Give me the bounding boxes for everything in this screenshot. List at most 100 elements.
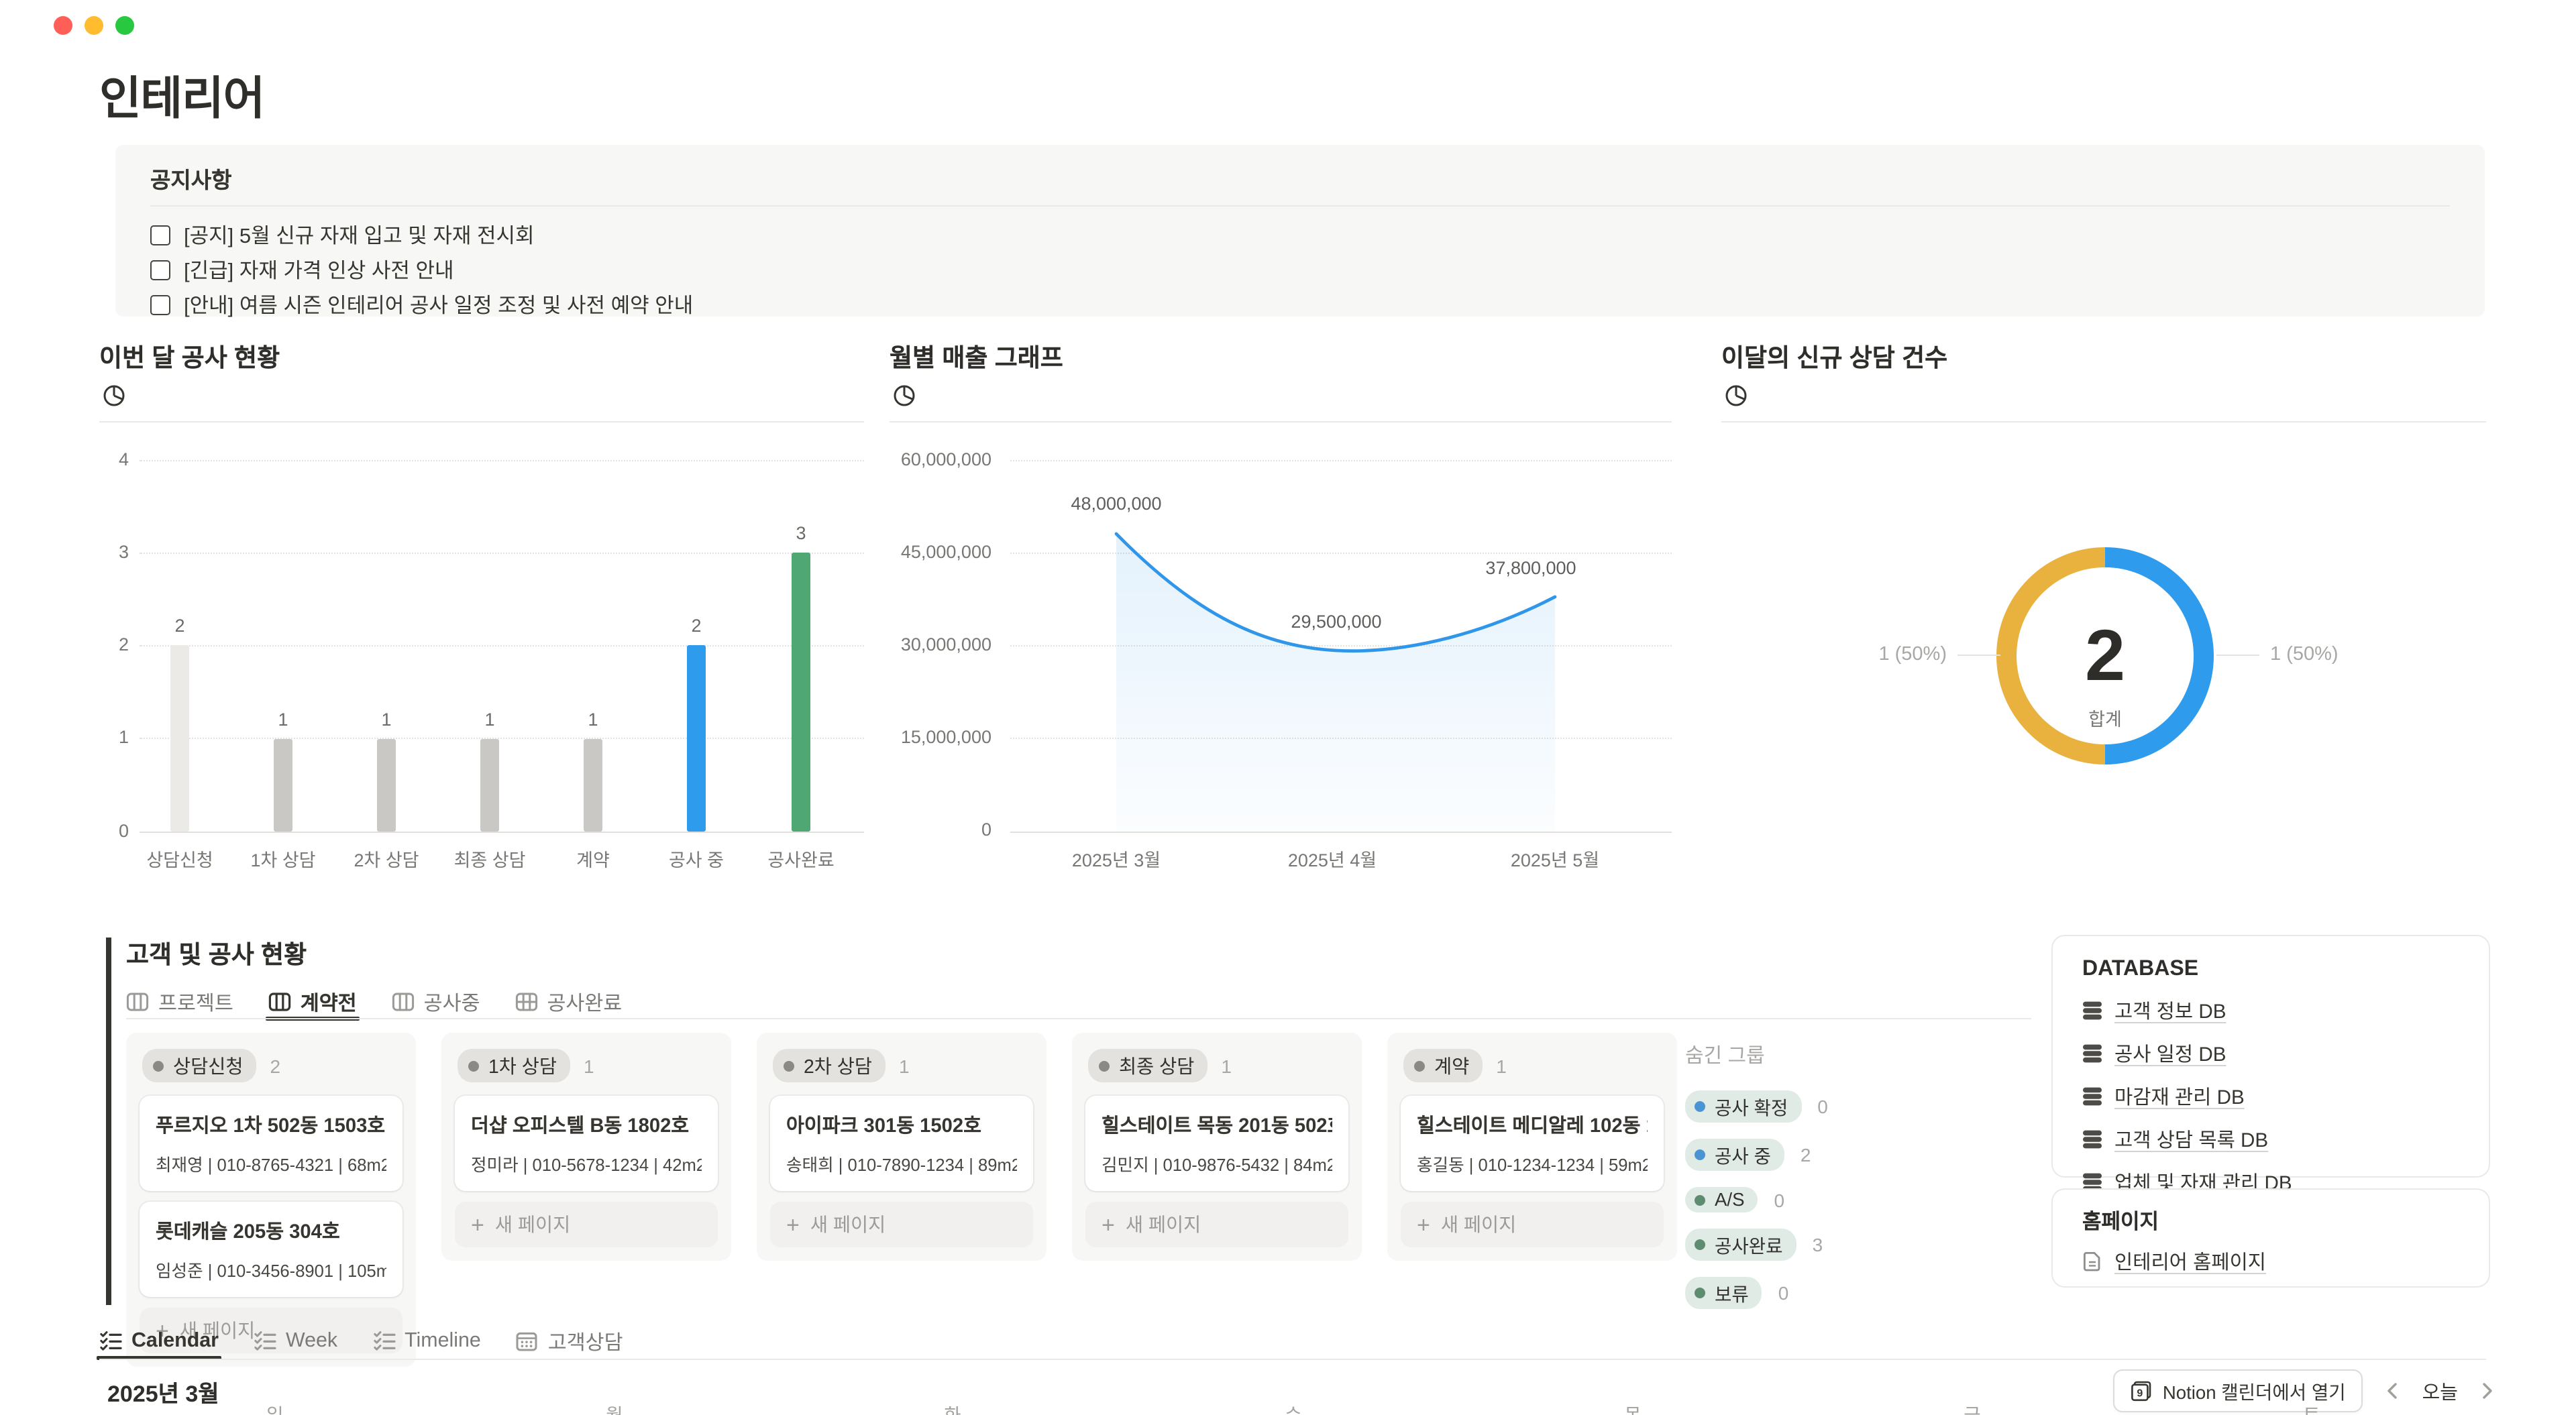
label-connector	[1957, 655, 2000, 656]
window-minimize-button[interactable]	[85, 16, 103, 35]
tab-timeline[interactable]: Timeline	[372, 1324, 481, 1357]
card-detail: 김민지 | 010-9876-5432 | 84m2	[1102, 1151, 1332, 1176]
x-axis-tick: 상담신청	[119, 845, 240, 872]
weekday-header: 월	[574, 1400, 655, 1415]
kanban-column-상담신청: 상담신청 2 푸르지오 1차 502동 1503호 최재영 | 010-8765…	[126, 1033, 416, 1367]
column-header[interactable]: 계약 1	[1403, 1049, 1664, 1082]
kanban-column-1차상담: 1차 상담 1 더샵 오피스텔 B동 1802호 정미라 | 010-5678-…	[441, 1033, 731, 1261]
weekday-header: 화	[912, 1400, 993, 1415]
calendar-view-icon	[516, 1330, 539, 1351]
tab-프로젝트[interactable]: 프로젝트	[126, 984, 233, 1018]
hidden-group-AS[interactable]: A/S 0	[1685, 1187, 1927, 1212]
column-count: 1	[1496, 1055, 1507, 1076]
tab-calendar[interactable]: Calendar	[99, 1324, 219, 1357]
board-view-icon	[392, 990, 415, 1012]
page-link: 인테리어 홈페이지	[2114, 1247, 2266, 1276]
bar-1차상담	[274, 739, 292, 832]
column-header[interactable]: 2차 상담 1	[773, 1049, 1033, 1082]
checklist-view-icon	[254, 1330, 276, 1351]
status-label: 최종 상담	[1119, 1052, 1194, 1079]
line-chart-title: 월별 매출 그래프	[890, 339, 1672, 374]
new-page-button[interactable]: + 새 페이지	[1085, 1202, 1348, 1247]
donut-total-value: 2	[1996, 620, 2214, 692]
todo-checkbox[interactable]	[150, 260, 170, 280]
notice-card: 공지사항 [공지] 5월 신규 자재 입고 및 자재 전시회 [긴급] 자재 가…	[115, 145, 2485, 317]
db-link: 고객 상담 목록 DB	[2114, 1125, 2268, 1153]
column-count: 1	[1221, 1055, 1232, 1076]
tab-고객상담[interactable]: 고객상담	[516, 1324, 623, 1357]
hidden-group-공사완료[interactable]: 공사완료 3	[1685, 1229, 1927, 1261]
window-close-button[interactable]	[54, 16, 72, 35]
donut-slice-label: 1 (50%)	[1810, 644, 1947, 665]
kanban-card[interactable]: 더샵 오피스텔 B동 1802호 정미라 | 010-5678-1234 | 4…	[455, 1096, 718, 1191]
divider	[1721, 421, 2486, 422]
tab-공사중[interactable]: 공사중	[392, 984, 480, 1018]
tab-계약전[interactable]: 계약전	[268, 984, 357, 1018]
tab-label: 계약전	[301, 986, 357, 1016]
db-link-row[interactable]: 마감재 관리 DB	[2082, 1082, 2459, 1111]
todo-checkbox[interactable]	[150, 294, 170, 315]
new-page-button[interactable]: + 새 페이지	[1401, 1202, 1664, 1247]
tab-label: Calendar	[131, 1329, 219, 1352]
column-header[interactable]: 1차 상담 1	[458, 1049, 718, 1082]
status-pill: 최종 상담	[1088, 1049, 1208, 1082]
chevron-left-icon[interactable]	[2385, 1381, 2401, 1400]
kanban-card[interactable]: 힐스테이트 목동 201동 502호 김민지 | 010-9876-5432 |…	[1085, 1096, 1348, 1191]
status-dot-icon	[1099, 1060, 1110, 1071]
x-axis-line	[140, 832, 864, 833]
database-icon	[2082, 1086, 2102, 1107]
x-axis-tick: 2차 상담	[326, 845, 447, 872]
db-link-row[interactable]: 고객 상담 목록 DB	[2082, 1125, 2459, 1153]
gridline	[140, 553, 864, 554]
x-axis-tick: 2025년 4월	[1245, 845, 1419, 872]
table-view-icon	[515, 990, 537, 1012]
kanban-card[interactable]: 롯데캐슬 205동 304호 임성준 | 010-3456-8901 | 105…	[140, 1202, 402, 1297]
tab-week[interactable]: Week	[254, 1324, 337, 1357]
column-header[interactable]: 상담신청 2	[142, 1049, 402, 1082]
todo-checkbox[interactable]	[150, 225, 170, 245]
bar-value-label: 2	[153, 616, 207, 636]
hidden-group-공사확정[interactable]: 공사 확정 0	[1685, 1090, 1927, 1123]
bar-공사중	[687, 645, 706, 832]
card-title: 힐스테이트 목동 201동 502호	[1102, 1111, 1332, 1139]
new-page-button[interactable]: + 새 페이지	[455, 1202, 718, 1247]
kanban-card[interactable]: 푸르지오 1차 502동 1503호 최재영 | 010-8765-4321 |…	[140, 1096, 402, 1191]
card-title: 힐스테이트 메디알레 102동 102호	[1417, 1111, 1648, 1139]
page-title: 인테리어	[99, 62, 264, 127]
column-header[interactable]: 최종 상담 1	[1088, 1049, 1348, 1082]
x-axis-tick: 2025년 3월	[1029, 845, 1203, 872]
y-axis-tick: 0	[99, 821, 129, 841]
line-chart-block: 월별 매출 그래프 60,000,000 45,000,000 30,000,0…	[890, 339, 1672, 876]
status-label: 공사완료	[1715, 1231, 1783, 1258]
db-link-row[interactable]: 고객 정보 DB	[2082, 997, 2459, 1025]
notice-divider	[150, 205, 2450, 207]
todo-item: [공지] 5월 신규 자재 입고 및 자재 전시회	[150, 220, 535, 249]
today-button[interactable]: 오늘	[2422, 1377, 2458, 1405]
checklist-view-icon	[372, 1330, 395, 1351]
tab-공사완료[interactable]: 공사완료	[515, 984, 622, 1018]
plus-icon: +	[786, 1213, 800, 1236]
database-icon	[2082, 1129, 2102, 1149]
column-count: 1	[899, 1055, 910, 1076]
weekday-header: 목	[1593, 1400, 1673, 1415]
new-page-button[interactable]: + 새 페이지	[770, 1202, 1033, 1247]
database-icon	[2082, 1043, 2102, 1064]
bar-공사완료	[792, 553, 810, 832]
kanban-card[interactable]: 힐스테이트 메디알레 102동 102호 홍길동 | 010-1234-1234…	[1401, 1096, 1664, 1191]
card-detail: 홍길동 | 010-1234-1234 | 59m2	[1417, 1151, 1648, 1176]
db-link-row[interactable]: 공사 일정 DB	[2082, 1039, 2459, 1068]
hidden-group-공사중[interactable]: 공사 중 2	[1685, 1139, 1927, 1171]
status-label: A/S	[1715, 1190, 1745, 1210]
window-zoom-button[interactable]	[115, 16, 134, 35]
kanban-card[interactable]: 아이파크 301동 1502호 송태희 | 010-7890-1234 | 89…	[770, 1096, 1033, 1191]
page-icon	[2082, 1251, 2102, 1271]
page-link-row[interactable]: 인테리어 홈페이지	[2082, 1247, 2459, 1276]
chevron-right-icon[interactable]	[2479, 1381, 2496, 1400]
database-icon	[2082, 1001, 2102, 1021]
area-fill	[1116, 534, 1555, 832]
hidden-group-보류[interactable]: 보류 0	[1685, 1277, 1927, 1309]
kanban-column-최종상담: 최종 상담 1 힐스테이트 목동 201동 502호 김민지 | 010-987…	[1072, 1033, 1362, 1261]
card-title: 더샵 오피스텔 B동 1802호	[471, 1111, 702, 1139]
gridline	[140, 645, 864, 646]
board-view-icon	[126, 990, 149, 1012]
